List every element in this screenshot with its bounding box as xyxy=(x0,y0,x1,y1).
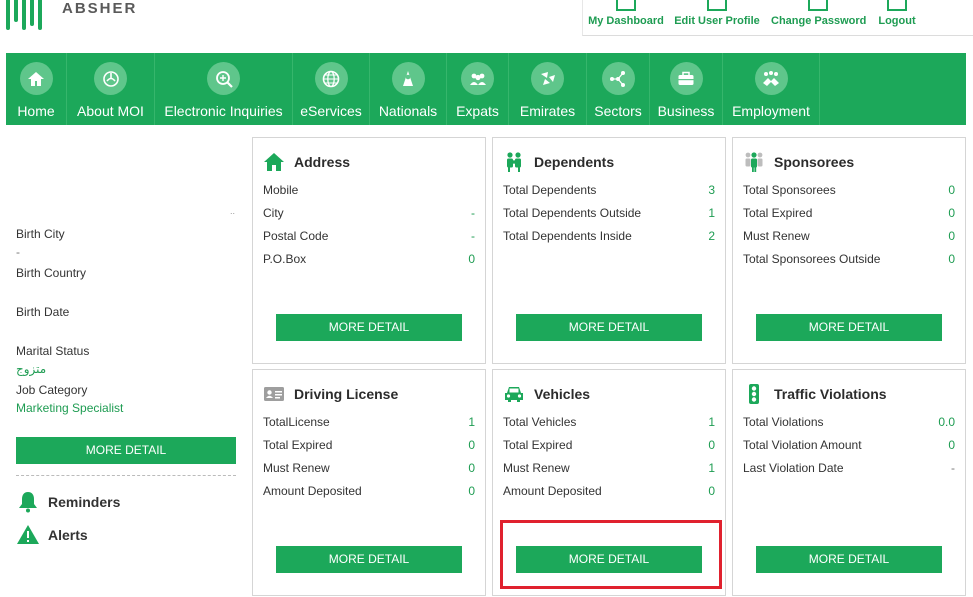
job-category-value: Marketing Specialist xyxy=(16,401,124,415)
globe-icon xyxy=(314,62,348,95)
reminders-link[interactable]: Reminders xyxy=(16,490,120,514)
group-icon xyxy=(461,62,494,95)
nav-business[interactable]: Business xyxy=(650,53,723,125)
nav-eservices[interactable]: eServices xyxy=(293,53,370,125)
nav-home[interactable]: Home xyxy=(6,53,67,125)
header: ABSHER My Dashboard Edit User Profile Ch… xyxy=(0,0,973,48)
birth-city-value: - xyxy=(16,245,20,259)
birth-date-label: Birth Date xyxy=(16,305,70,319)
inquiries-icon xyxy=(207,62,240,95)
dependents-row: Total Dependents 3 xyxy=(503,183,715,197)
nav-emirates[interactable]: Emirates xyxy=(509,53,587,125)
address-row: Mobile xyxy=(263,183,299,197)
highlight-box xyxy=(500,520,722,589)
change-password-link[interactable]: Change Password xyxy=(771,0,866,27)
marital-status-label: Marital Status xyxy=(16,344,90,358)
address-row: City - xyxy=(263,206,475,220)
vehicles-title: Vehicles xyxy=(534,386,591,402)
dependents-title: Dependents xyxy=(534,154,615,170)
nav-nationals[interactable]: Nationals xyxy=(370,53,447,125)
driving-license-row: Must Renew 0 xyxy=(263,461,475,475)
vehicles-row: Total Vehicles 1 xyxy=(503,415,715,429)
moi-emblem-icon xyxy=(94,62,127,95)
dependents-card: Dependents Total Dependents 3 Total Depen… xyxy=(492,137,726,364)
dependents-more-detail-button[interactable]: MORE DETAIL xyxy=(516,314,702,341)
traffic-violations-row: Last Violation Date - xyxy=(743,461,955,475)
license-card-icon xyxy=(264,387,284,401)
alerts-link[interactable]: Alerts xyxy=(16,523,88,547)
password-icon xyxy=(808,0,828,11)
dependents-row: Total Dependents Inside 2 xyxy=(503,229,715,243)
driving-license-more-detail-button[interactable]: MORE DETAIL xyxy=(276,546,462,573)
driving-license-row: Total Expired 0 xyxy=(263,438,475,452)
nav-sectors[interactable]: Sectors xyxy=(587,53,650,125)
driving-license-row: TotalLicense 1 xyxy=(263,415,475,429)
birth-city-label: Birth City xyxy=(16,227,65,241)
family-icon xyxy=(507,152,521,172)
traffic-violations-row: Total Violations 0.0 xyxy=(743,415,955,429)
nav-employment[interactable]: Employment xyxy=(723,53,820,125)
profile-icon xyxy=(707,0,727,11)
driving-license-card: Driving License TotalLicense 1 Total Expi… xyxy=(252,369,486,596)
job-category-label: Job Category xyxy=(16,383,88,397)
nav-about-moi[interactable]: About MOI xyxy=(67,53,155,125)
address-row: P.O.Box 0 xyxy=(263,252,475,266)
traffic-violations-row: Total Violation Amount 0 xyxy=(743,438,955,452)
sponsorees-card: Sponsorees Total Sponsorees 0 Total Expir… xyxy=(732,137,966,364)
traffic-violations-card: Traffic Violations Total Violations 0.0 T… xyxy=(732,369,966,596)
profile-dash: .. xyxy=(230,206,236,216)
address-more-detail-button[interactable]: MORE DETAIL xyxy=(276,314,462,341)
sponsorees-title: Sponsorees xyxy=(774,154,855,170)
nav-expats[interactable]: Expats xyxy=(447,53,509,125)
emirates-icon xyxy=(531,62,564,95)
top-links: My Dashboard Edit User Profile Change Pa… xyxy=(582,0,973,36)
sponsorees-row: Total Sponsorees Outside 0 xyxy=(743,252,955,266)
handshake-icon xyxy=(754,62,788,95)
logout-icon xyxy=(887,0,907,11)
warning-icon xyxy=(17,525,39,544)
car-icon xyxy=(505,387,523,402)
brand-name: ABSHER xyxy=(62,0,138,17)
nav-electronic-inquiries[interactable]: Electronic Inquiries xyxy=(155,53,293,125)
house-icon xyxy=(264,153,284,171)
vehicles-row: Amount Deposited 0 xyxy=(503,484,715,498)
dependents-row: Total Dependents Outside 1 xyxy=(503,206,715,220)
address-card: Address Mobile City - Postal Code - P.O.Bo… xyxy=(252,137,486,364)
sponsorees-row: Total Expired 0 xyxy=(743,206,955,220)
dashboard-icon xyxy=(616,0,636,11)
marital-status-value: متزوج xyxy=(16,362,47,376)
driving-license-title: Driving License xyxy=(294,386,399,402)
bell-icon xyxy=(19,492,37,513)
traffic-violations-title: Traffic Violations xyxy=(774,386,887,402)
address-row: Postal Code - xyxy=(263,229,475,243)
traffic-light-icon xyxy=(749,384,759,404)
sponsorees-icon xyxy=(745,152,763,172)
network-icon xyxy=(601,62,635,95)
my-dashboard-link[interactable]: My Dashboard xyxy=(587,0,665,27)
logout-link[interactable]: Logout xyxy=(875,0,919,27)
briefcase-icon xyxy=(669,62,703,95)
vehicles-row: Total Expired 0 xyxy=(503,438,715,452)
birth-country-label: Birth Country xyxy=(16,266,87,280)
edit-user-profile-link[interactable]: Edit User Profile xyxy=(673,0,761,27)
address-title: Address xyxy=(294,154,351,170)
traffic-violations-more-detail-button[interactable]: MORE DETAIL xyxy=(756,546,942,573)
sponsorees-row: Total Sponsorees 0 xyxy=(743,183,955,197)
absher-logo[interactable]: ABSHER xyxy=(6,0,137,30)
absher-logo-icon xyxy=(6,0,42,30)
profile-divider xyxy=(16,475,236,476)
driving-license-row: Amount Deposited 0 xyxy=(263,484,475,498)
profile-more-detail-button[interactable]: MORE DETAIL xyxy=(16,437,236,464)
home-icon xyxy=(19,62,53,95)
sponsorees-more-detail-button[interactable]: MORE DETAIL xyxy=(756,314,942,341)
sponsorees-row: Must Renew 0 xyxy=(743,229,955,243)
national-person-icon xyxy=(391,62,425,95)
main-nav: Home About MOI Electronic Inquiries eSer… xyxy=(6,53,966,125)
vehicles-row: Must Renew 1 xyxy=(503,461,715,475)
